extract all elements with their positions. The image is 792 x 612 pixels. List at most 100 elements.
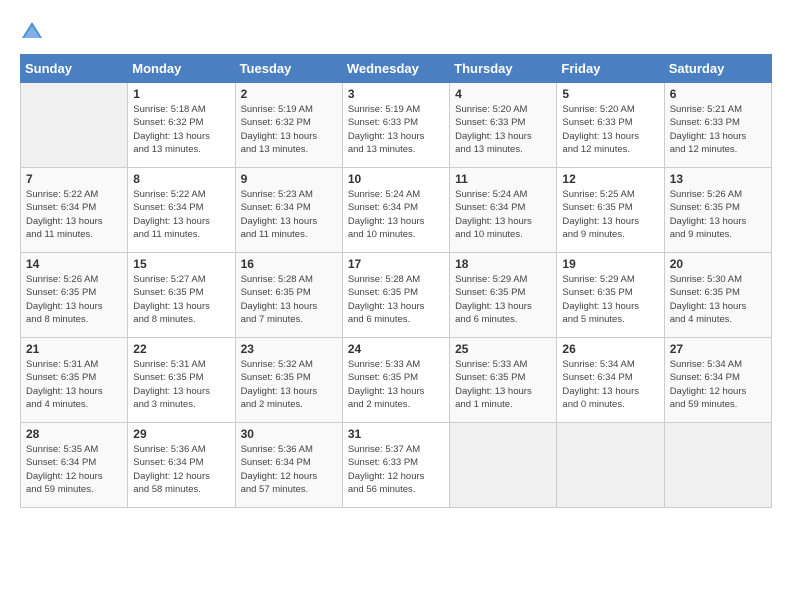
calendar-cell: 20 Sunrise: 5:30 AM Sunset: 6:35 PM Dayli…	[664, 253, 771, 338]
calendar-cell: 27 Sunrise: 5:34 AM Sunset: 6:34 PM Dayli…	[664, 338, 771, 423]
day-detail: Sunrise: 5:24 AM Sunset: 6:34 PM Dayligh…	[348, 188, 444, 241]
calendar-cell: 30 Sunrise: 5:36 AM Sunset: 6:34 PM Dayli…	[235, 423, 342, 508]
day-detail: Sunrise: 5:27 AM Sunset: 6:35 PM Dayligh…	[133, 273, 229, 326]
calendar-cell: 24Sunrise: 5:33 AM Sunset: 6:35 PM Dayli…	[342, 338, 449, 423]
calendar-cell: 23Sunrise: 5:32 AM Sunset: 6:35 PM Dayli…	[235, 338, 342, 423]
day-detail: Sunrise: 5:23 AM Sunset: 6:34 PM Dayligh…	[241, 188, 337, 241]
calendar-cell	[450, 423, 557, 508]
day-number: 21	[26, 342, 122, 356]
calendar-cell	[664, 423, 771, 508]
calendar-cell: 7 Sunrise: 5:22 AM Sunset: 6:34 PM Daylig…	[21, 168, 128, 253]
weekday-header-tuesday: Tuesday	[235, 55, 342, 83]
day-detail: Sunrise: 5:33 AM Sunset: 6:35 PM Dayligh…	[455, 358, 551, 411]
calendar-cell: 29 Sunrise: 5:36 AM Sunset: 6:34 PM Dayli…	[128, 423, 235, 508]
calendar-cell: 2 Sunrise: 5:19 AM Sunset: 6:32 PM Daylig…	[235, 83, 342, 168]
day-number: 17	[348, 257, 444, 271]
day-detail: Sunrise: 5:34 AM Sunset: 6:34 PM Dayligh…	[562, 358, 658, 411]
day-detail: Sunrise: 5:24 AM Sunset: 6:34 PM Dayligh…	[455, 188, 551, 241]
day-detail: Sunrise: 5:22 AM Sunset: 6:34 PM Dayligh…	[133, 188, 229, 241]
day-detail: Sunrise: 5:29 AM Sunset: 6:35 PM Dayligh…	[562, 273, 658, 326]
day-number: 27	[670, 342, 766, 356]
calendar-cell: 16 Sunrise: 5:28 AM Sunset: 6:35 PM Dayli…	[235, 253, 342, 338]
day-number: 29	[133, 427, 229, 441]
day-detail: Sunrise: 5:19 AM Sunset: 6:33 PM Dayligh…	[348, 103, 444, 156]
day-number: 7	[26, 172, 122, 186]
calendar-cell: 1 Sunrise: 5:18 AM Sunset: 6:32 PM Daylig…	[128, 83, 235, 168]
day-detail: Sunrise: 5:21 AM Sunset: 6:33 PM Dayligh…	[670, 103, 766, 156]
day-number: 30	[241, 427, 337, 441]
calendar-cell	[557, 423, 664, 508]
calendar-cell: 14 Sunrise: 5:26 AM Sunset: 6:35 PM Dayli…	[21, 253, 128, 338]
day-detail: Sunrise: 5:31 AM Sunset: 6:35 PM Dayligh…	[133, 358, 229, 411]
calendar-cell: 9 Sunrise: 5:23 AM Sunset: 6:34 PM Daylig…	[235, 168, 342, 253]
calendar-cell: 5 Sunrise: 5:20 AM Sunset: 6:33 PM Daylig…	[557, 83, 664, 168]
day-number: 2	[241, 87, 337, 101]
day-detail: Sunrise: 5:28 AM Sunset: 6:35 PM Dayligh…	[241, 273, 337, 326]
weekday-header-friday: Friday	[557, 55, 664, 83]
day-detail: Sunrise: 5:25 AM Sunset: 6:35 PM Dayligh…	[562, 188, 658, 241]
day-detail: Sunrise: 5:33 AM Sunset: 6:35 PM Dayligh…	[348, 358, 444, 411]
day-detail: Sunrise: 5:20 AM Sunset: 6:33 PM Dayligh…	[455, 103, 551, 156]
day-number: 5	[562, 87, 658, 101]
day-detail: Sunrise: 5:30 AM Sunset: 6:35 PM Dayligh…	[670, 273, 766, 326]
logo-icon	[20, 20, 44, 44]
weekday-header-saturday: Saturday	[664, 55, 771, 83]
day-detail: Sunrise: 5:36 AM Sunset: 6:34 PM Dayligh…	[133, 443, 229, 496]
calendar-week-1: 1 Sunrise: 5:18 AM Sunset: 6:32 PM Daylig…	[21, 83, 772, 168]
calendar-cell: 31 Sunrise: 5:37 AM Sunset: 6:33 PM Dayli…	[342, 423, 449, 508]
day-number: 20	[670, 257, 766, 271]
day-number: 12	[562, 172, 658, 186]
weekday-header-monday: Monday	[128, 55, 235, 83]
day-detail: Sunrise: 5:32 AM Sunset: 6:35 PM Dayligh…	[241, 358, 337, 411]
day-detail: Sunrise: 5:26 AM Sunset: 6:35 PM Dayligh…	[26, 273, 122, 326]
weekday-header-row: SundayMondayTuesdayWednesdayThursdayFrid…	[21, 55, 772, 83]
day-detail: Sunrise: 5:22 AM Sunset: 6:34 PM Dayligh…	[26, 188, 122, 241]
day-detail: Sunrise: 5:26 AM Sunset: 6:35 PM Dayligh…	[670, 188, 766, 241]
calendar-cell	[21, 83, 128, 168]
day-number: 11	[455, 172, 551, 186]
calendar-cell: 15Sunrise: 5:27 AM Sunset: 6:35 PM Dayli…	[128, 253, 235, 338]
day-number: 31	[348, 427, 444, 441]
calendar-cell: 21 Sunrise: 5:31 AM Sunset: 6:35 PM Dayli…	[21, 338, 128, 423]
weekday-header-wednesday: Wednesday	[342, 55, 449, 83]
calendar-cell: 12 Sunrise: 5:25 AM Sunset: 6:35 PM Dayli…	[557, 168, 664, 253]
calendar-cell: 4 Sunrise: 5:20 AM Sunset: 6:33 PM Daylig…	[450, 83, 557, 168]
logo	[20, 20, 48, 44]
calendar-week-4: 21 Sunrise: 5:31 AM Sunset: 6:35 PM Dayli…	[21, 338, 772, 423]
calendar-cell: 10 Sunrise: 5:24 AM Sunset: 6:34 PM Dayli…	[342, 168, 449, 253]
calendar-week-5: 28 Sunrise: 5:35 AM Sunset: 6:34 PM Dayli…	[21, 423, 772, 508]
day-detail: Sunrise: 5:20 AM Sunset: 6:33 PM Dayligh…	[562, 103, 658, 156]
calendar-cell: 6 Sunrise: 5:21 AM Sunset: 6:33 PM Daylig…	[664, 83, 771, 168]
day-detail: Sunrise: 5:35 AM Sunset: 6:34 PM Dayligh…	[26, 443, 122, 496]
calendar-cell: 26 Sunrise: 5:34 AM Sunset: 6:34 PM Dayli…	[557, 338, 664, 423]
day-detail: Sunrise: 5:19 AM Sunset: 6:32 PM Dayligh…	[241, 103, 337, 156]
day-number: 14	[26, 257, 122, 271]
calendar-cell: 11 Sunrise: 5:24 AM Sunset: 6:34 PM Dayli…	[450, 168, 557, 253]
weekday-header-sunday: Sunday	[21, 55, 128, 83]
day-detail: Sunrise: 5:29 AM Sunset: 6:35 PM Dayligh…	[455, 273, 551, 326]
day-number: 4	[455, 87, 551, 101]
day-detail: Sunrise: 5:31 AM Sunset: 6:35 PM Dayligh…	[26, 358, 122, 411]
calendar-cell: 3Sunrise: 5:19 AM Sunset: 6:33 PM Daylig…	[342, 83, 449, 168]
calendar-cell: 22Sunrise: 5:31 AM Sunset: 6:35 PM Dayli…	[128, 338, 235, 423]
day-number: 10	[348, 172, 444, 186]
calendar-cell: 25Sunrise: 5:33 AM Sunset: 6:35 PM Dayli…	[450, 338, 557, 423]
day-detail: Sunrise: 5:37 AM Sunset: 6:33 PM Dayligh…	[348, 443, 444, 496]
day-number: 26	[562, 342, 658, 356]
day-number: 1	[133, 87, 229, 101]
calendar-week-2: 7 Sunrise: 5:22 AM Sunset: 6:34 PM Daylig…	[21, 168, 772, 253]
calendar-cell: 13Sunrise: 5:26 AM Sunset: 6:35 PM Dayli…	[664, 168, 771, 253]
day-detail: Sunrise: 5:34 AM Sunset: 6:34 PM Dayligh…	[670, 358, 766, 411]
day-number: 6	[670, 87, 766, 101]
calendar-week-3: 14 Sunrise: 5:26 AM Sunset: 6:35 PM Dayli…	[21, 253, 772, 338]
weekday-header-thursday: Thursday	[450, 55, 557, 83]
day-number: 9	[241, 172, 337, 186]
calendar-cell: 8Sunrise: 5:22 AM Sunset: 6:34 PM Daylig…	[128, 168, 235, 253]
day-number: 28	[26, 427, 122, 441]
day-detail: Sunrise: 5:18 AM Sunset: 6:32 PM Dayligh…	[133, 103, 229, 156]
calendar-table: SundayMondayTuesdayWednesdayThursdayFrid…	[20, 54, 772, 508]
day-number: 16	[241, 257, 337, 271]
calendar-cell: 18Sunrise: 5:29 AM Sunset: 6:35 PM Dayli…	[450, 253, 557, 338]
day-detail: Sunrise: 5:28 AM Sunset: 6:35 PM Dayligh…	[348, 273, 444, 326]
day-detail: Sunrise: 5:36 AM Sunset: 6:34 PM Dayligh…	[241, 443, 337, 496]
